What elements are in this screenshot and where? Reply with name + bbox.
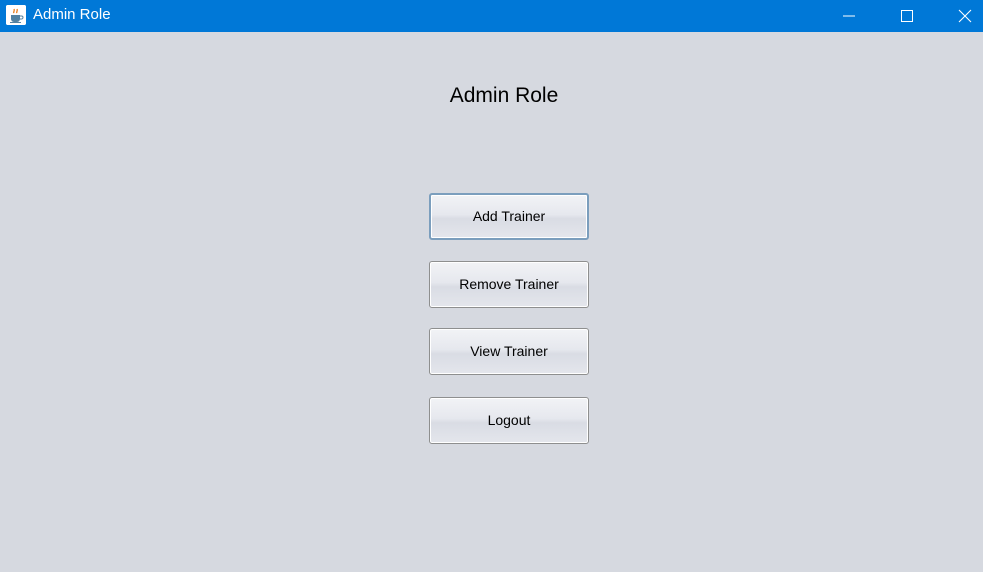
minimize-button[interactable] <box>826 0 872 32</box>
minimize-icon <box>843 15 855 17</box>
maximize-button[interactable] <box>884 0 930 32</box>
java-cup-icon[interactable] <box>6 5 26 25</box>
logout-button[interactable]: Logout <box>429 397 589 444</box>
add-trainer-button[interactable]: Add Trainer <box>429 193 589 240</box>
app-window: Admin Role Admin Role Add Trainer Remove… <box>0 0 983 572</box>
close-icon <box>958 9 972 23</box>
close-button[interactable] <box>942 0 983 32</box>
title-bar[interactable]: Admin Role <box>0 0 983 32</box>
remove-trainer-button[interactable]: Remove Trainer <box>429 261 589 308</box>
view-trainer-button[interactable]: View Trainer <box>429 328 589 375</box>
maximize-icon <box>901 10 913 22</box>
page-title: Admin Role <box>449 84 559 107</box>
window-title: Admin Role <box>33 6 111 23</box>
